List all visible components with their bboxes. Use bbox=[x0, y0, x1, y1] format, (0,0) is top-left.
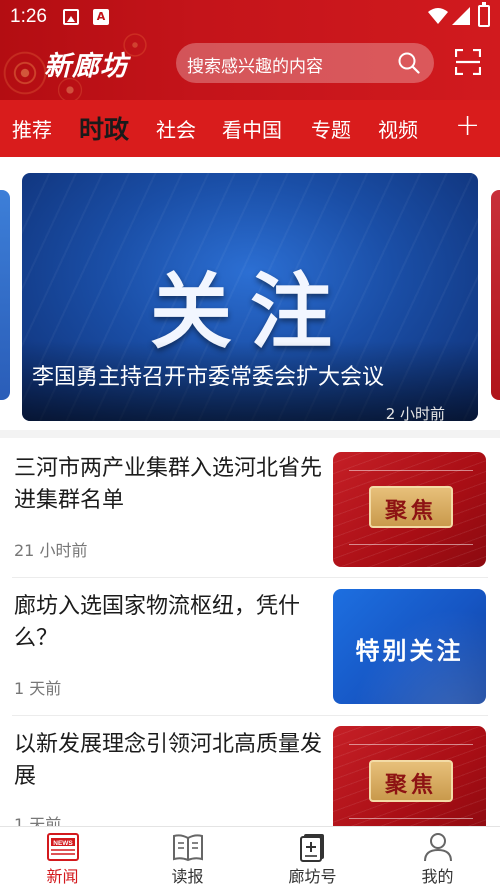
tab-recommend[interactable]: 推荐 bbox=[12, 114, 52, 143]
search-icon[interactable] bbox=[398, 52, 420, 74]
news-item[interactable]: 三河市两产业集群入选河北省先进集群名单 21 小时前 聚焦 bbox=[0, 452, 500, 591]
tab-politics[interactable]: 时政 bbox=[79, 110, 129, 146]
nav-label: 廊坊号 bbox=[288, 867, 337, 886]
bottom-navigation: NEWS 新闻 读报 廊坊号 我的 bbox=[0, 826, 500, 888]
scan-icon[interactable] bbox=[455, 49, 481, 75]
nav-label: 新闻 bbox=[46, 867, 79, 886]
battery-icon bbox=[478, 2, 490, 27]
news-title: 以新发展理念引领河北高质量发展 bbox=[14, 732, 323, 789]
section-divider bbox=[0, 430, 500, 438]
news-time: 21 小时前 bbox=[14, 541, 88, 560]
nav-news[interactable]: NEWS 新闻 bbox=[0, 827, 125, 888]
profile-icon bbox=[424, 833, 452, 862]
news-title: 三河市两产业集群入选河北省先进集群名单 bbox=[14, 456, 323, 513]
news-title: 廊坊入选国家物流枢纽，凭什么？ bbox=[14, 594, 301, 651]
tab-special[interactable]: 专题 bbox=[311, 114, 351, 143]
image-notification-icon bbox=[63, 9, 79, 25]
a-notification-icon: A bbox=[93, 9, 109, 25]
app-logo: 新廊坊 bbox=[44, 51, 128, 82]
tab-view-china[interactable]: 看中国 bbox=[222, 114, 282, 143]
news-time: 1 天前 bbox=[14, 679, 62, 698]
hero-time: 2 小时前 bbox=[385, 405, 445, 421]
carousel-next-card[interactable] bbox=[491, 190, 500, 400]
channel-tabs: 推荐 时政 社会 看中国 专题 视频 + bbox=[0, 100, 500, 157]
hero-card[interactable]: 关注 李国勇主持召开市委常委会扩大会议 2 小时前 bbox=[22, 173, 478, 421]
news-item[interactable]: 廊坊入选国家物流枢纽，凭什么？ 1 天前 特别关注 bbox=[0, 589, 500, 729]
signal-icon bbox=[452, 7, 470, 25]
thumbnail-text: 聚焦 bbox=[384, 499, 437, 524]
nav-label: 我的 bbox=[421, 867, 454, 886]
status-time: 1:26 bbox=[10, 6, 47, 27]
news-icon-text: NEWS bbox=[53, 840, 73, 847]
carousel-prev-card[interactable] bbox=[0, 190, 10, 400]
nav-newspaper[interactable]: 读报 bbox=[125, 827, 250, 888]
wifi-icon bbox=[428, 8, 448, 24]
tab-society[interactable]: 社会 bbox=[156, 114, 196, 143]
news-icon: NEWS bbox=[47, 833, 79, 861]
nav-profile[interactable]: 我的 bbox=[375, 827, 500, 888]
search-bar[interactable]: 搜索感兴趣的内容 bbox=[176, 43, 434, 83]
nav-label: 读报 bbox=[171, 867, 204, 886]
news-thumbnail: 聚焦 bbox=[333, 452, 486, 567]
divider bbox=[12, 577, 488, 578]
news-thumbnail: 特别关注 bbox=[333, 589, 486, 704]
news-thumbnail: 聚焦 bbox=[333, 726, 486, 841]
tab-video[interactable]: 视频 bbox=[378, 114, 418, 143]
hero-carousel: 关注 李国勇主持召开市委常委会扩大会议 2 小时前 bbox=[0, 157, 500, 437]
search-placeholder: 搜索感兴趣的内容 bbox=[187, 57, 323, 77]
newspaper-icon bbox=[173, 834, 203, 862]
add-channel-button[interactable]: + bbox=[455, 108, 480, 143]
account-icon bbox=[300, 834, 324, 862]
nav-langfang-account[interactable]: 廊坊号 bbox=[250, 827, 375, 888]
divider bbox=[12, 715, 488, 716]
status-bar: 1:26 A bbox=[0, 0, 500, 36]
thumbnail-text: 聚焦 bbox=[384, 773, 437, 798]
app-header: 1:26 A 新廊坊 搜索感兴趣的内容 bbox=[0, 0, 500, 100]
thumbnail-text: 特别关注 bbox=[355, 637, 464, 665]
hero-title: 李国勇主持召开市委常委会扩大会议 bbox=[32, 365, 385, 390]
